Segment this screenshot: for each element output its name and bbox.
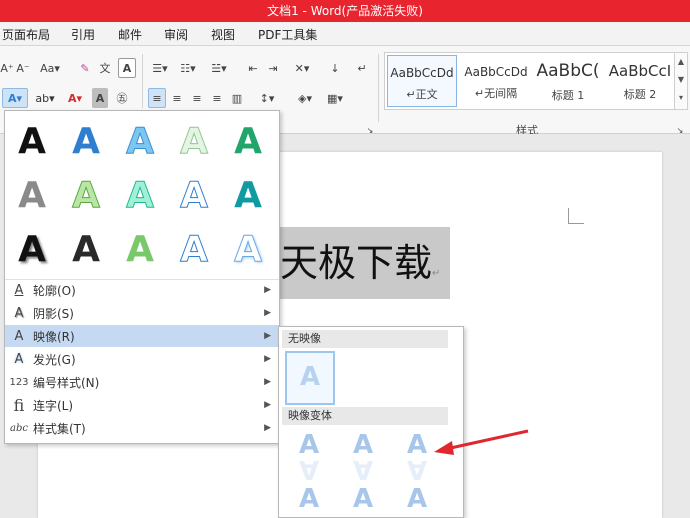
annotation-arrow-icon [434, 429, 529, 455]
